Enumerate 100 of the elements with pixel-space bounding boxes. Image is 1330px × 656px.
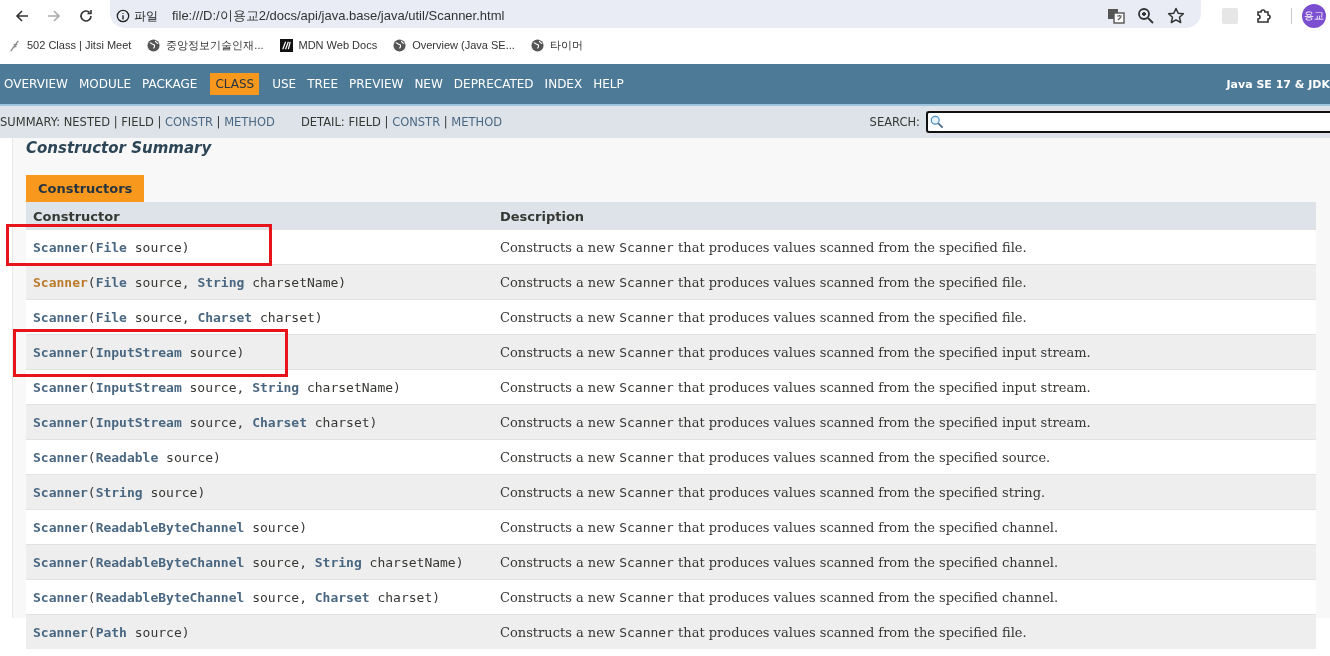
constructor-link[interactable]: Scanner xyxy=(33,379,88,395)
subnav-link[interactable]: CONSTR xyxy=(164,115,213,129)
column-header: Constructor xyxy=(26,202,493,229)
type-link[interactable]: Charset xyxy=(197,309,253,325)
constructor-link[interactable]: Scanner xyxy=(33,484,88,500)
address-bar[interactable]: 파일 file:///D:/이용교2/docs/api/java.base/java/util/Scanner.html xyxy=(110,0,1201,28)
description-text: Constructs a new Scanner that produces values scanned from the specified input stream. xyxy=(500,414,1091,430)
constructor-link[interactable]: Scanner xyxy=(33,239,88,255)
constructor-signature: Scanner(File source) xyxy=(33,239,190,255)
nav-link[interactable]: PREVIEW xyxy=(345,73,408,95)
nav-link[interactable]: HELP xyxy=(589,73,628,95)
constructor-link[interactable]: Scanner xyxy=(33,274,88,290)
nav-link[interactable]: USE xyxy=(268,73,301,95)
description-text: Constructs a new Scanner that produces values scanned from the specified file. xyxy=(500,624,1027,640)
type-link[interactable]: String xyxy=(252,379,300,395)
constructor-link[interactable]: Scanner xyxy=(33,414,88,430)
search-icon xyxy=(930,115,944,129)
description-text: Constructs a new Scanner that produces values scanned from the specified file. xyxy=(500,239,1027,255)
type-link[interactable]: String xyxy=(95,484,143,500)
bookmark[interactable]: MDN Web Docs xyxy=(279,38,378,52)
constructor-signature: Scanner(ReadableByteChannel source) xyxy=(33,519,307,535)
back-icon[interactable] xyxy=(14,8,30,24)
doc-title: Java SE 17 & JDK xyxy=(1226,77,1330,91)
subnav-links: DETAIL: FIELD | CONSTR | METHOD xyxy=(300,115,503,129)
bookmark[interactable]: Overview (Java SE... xyxy=(393,38,515,52)
constructor-signature: Scanner(Readable source) xyxy=(33,449,221,465)
nav-link[interactable]: OVERVIEW xyxy=(0,73,72,95)
nav-link[interactable]: PACKAGE xyxy=(138,73,202,95)
type-link[interactable]: File xyxy=(95,274,127,290)
description-text: Constructs a new Scanner that produces values scanned from the specified string. xyxy=(500,484,1046,500)
type-link[interactable]: File xyxy=(95,239,127,255)
type-link[interactable]: Path xyxy=(95,624,127,640)
constructor-link[interactable]: Scanner xyxy=(33,344,88,360)
search-field[interactable] xyxy=(926,111,1330,133)
subnav-item: FIELD xyxy=(121,115,154,129)
type-link[interactable]: Readable xyxy=(95,449,159,465)
type-link[interactable]: InputStream xyxy=(95,344,182,360)
constructor-signature: Scanner(File source, Charset charset) xyxy=(33,309,323,325)
star-icon[interactable] xyxy=(1167,7,1185,25)
nav-link[interactable]: INDEX xyxy=(540,73,587,95)
subnav-links: SUMMARY: NESTED | FIELD | CONSTR | METHOD xyxy=(0,115,275,129)
bookmark[interactable]: 중앙정보기술인재... xyxy=(147,37,264,53)
type-link[interactable]: File xyxy=(95,309,127,325)
feather-icon xyxy=(8,38,21,52)
nav-link[interactable]: TREE xyxy=(303,73,342,95)
subnav-item: FIELD xyxy=(348,115,381,129)
type-link[interactable]: String xyxy=(314,554,362,570)
puzzle-icon[interactable] xyxy=(1255,7,1273,25)
description-text: Constructs a new Scanner that produces values scanned from the specified input stream. xyxy=(500,379,1091,395)
table-caption: Constructors xyxy=(26,175,145,202)
constructor-link[interactable]: Scanner xyxy=(33,624,88,640)
zoom-icon[interactable] xyxy=(1137,7,1155,25)
constructor-signature: Scanner(InputStream source, Charset charset) xyxy=(33,414,378,430)
search-label: SEARCH: xyxy=(869,115,920,129)
profile-avatar[interactable]: 용교 xyxy=(1302,4,1326,28)
nav-link[interactable]: CLASS xyxy=(210,73,260,95)
subnav-link[interactable]: METHOD xyxy=(224,115,275,129)
constructor-link[interactable]: Scanner xyxy=(33,519,88,535)
description-text: Constructs a new Scanner that produces values scanned from the specified input stream. xyxy=(500,344,1091,360)
column-header: Description xyxy=(493,202,1316,229)
constructor-link[interactable]: Scanner xyxy=(33,309,88,325)
type-link[interactable]: ReadableByteChannel xyxy=(95,519,245,535)
globe-icon xyxy=(393,38,407,52)
subnav-item: NESTED xyxy=(63,115,111,129)
constructor-link[interactable]: Scanner xyxy=(33,589,88,605)
description-text: Constructs a new Scanner that produces values scanned from the specified file. xyxy=(500,309,1027,325)
constructor-signature: Scanner(ReadableByteChannel source, String charsetName) xyxy=(33,554,464,570)
constructor-signature: Scanner(InputStream source) xyxy=(33,344,245,360)
nav-link[interactable]: NEW xyxy=(410,73,447,95)
type-link[interactable]: Charset xyxy=(252,414,307,430)
site-info-badge[interactable]: 파일 xyxy=(116,7,158,25)
description-text: Constructs a new Scanner that produces values scanned from the specified channel. xyxy=(500,589,1059,605)
type-link[interactable]: InputStream xyxy=(95,379,182,395)
globe-icon xyxy=(530,38,544,52)
nav-link[interactable]: DEPRECATED xyxy=(449,73,538,95)
description-text: Constructs a new Scanner that produces values scanned from the specified file. xyxy=(500,274,1027,290)
mdn-icon xyxy=(279,38,293,52)
reload-icon[interactable] xyxy=(78,8,94,24)
translate-icon[interactable] xyxy=(1107,7,1125,25)
description-text: Constructs a new Scanner that produces values scanned from the specified channel. xyxy=(500,519,1059,535)
type-link[interactable]: ReadableByteChannel xyxy=(95,589,245,605)
constructor-signature: Scanner(File source, String charsetName) xyxy=(33,274,347,290)
url-text: file:///D:/이용교2/docs/api/java.base/java/util/Scanner.html xyxy=(172,7,505,25)
subnav-link[interactable]: CONSTR xyxy=(392,115,441,129)
type-link[interactable]: String xyxy=(197,274,245,290)
section-heading: Constructor Summary xyxy=(26,138,213,159)
type-link[interactable]: InputStream xyxy=(95,414,182,430)
bookmark[interactable]: 타이머 xyxy=(530,37,583,53)
constructor-signature: Scanner(Path source) xyxy=(33,624,190,640)
subnav-link[interactable]: METHOD xyxy=(451,115,503,129)
nav-link[interactable]: MODULE xyxy=(74,73,135,95)
type-link[interactable]: Charset xyxy=(314,589,370,605)
constructor-link[interactable]: Scanner xyxy=(33,449,88,465)
constructor-signature: Scanner(ReadableByteChannel source, Charset charset) xyxy=(33,589,441,605)
constructor-link[interactable]: Scanner xyxy=(33,554,88,570)
type-link[interactable]: ReadableByteChannel xyxy=(95,554,245,570)
bookmark[interactable]: 502 Class | Jitsi Meet xyxy=(8,38,132,52)
globe-icon xyxy=(147,38,161,52)
constructor-signature: Scanner(String source) xyxy=(33,484,206,500)
constructor-signature: Scanner(InputStream source, String charsetName) xyxy=(33,379,401,395)
